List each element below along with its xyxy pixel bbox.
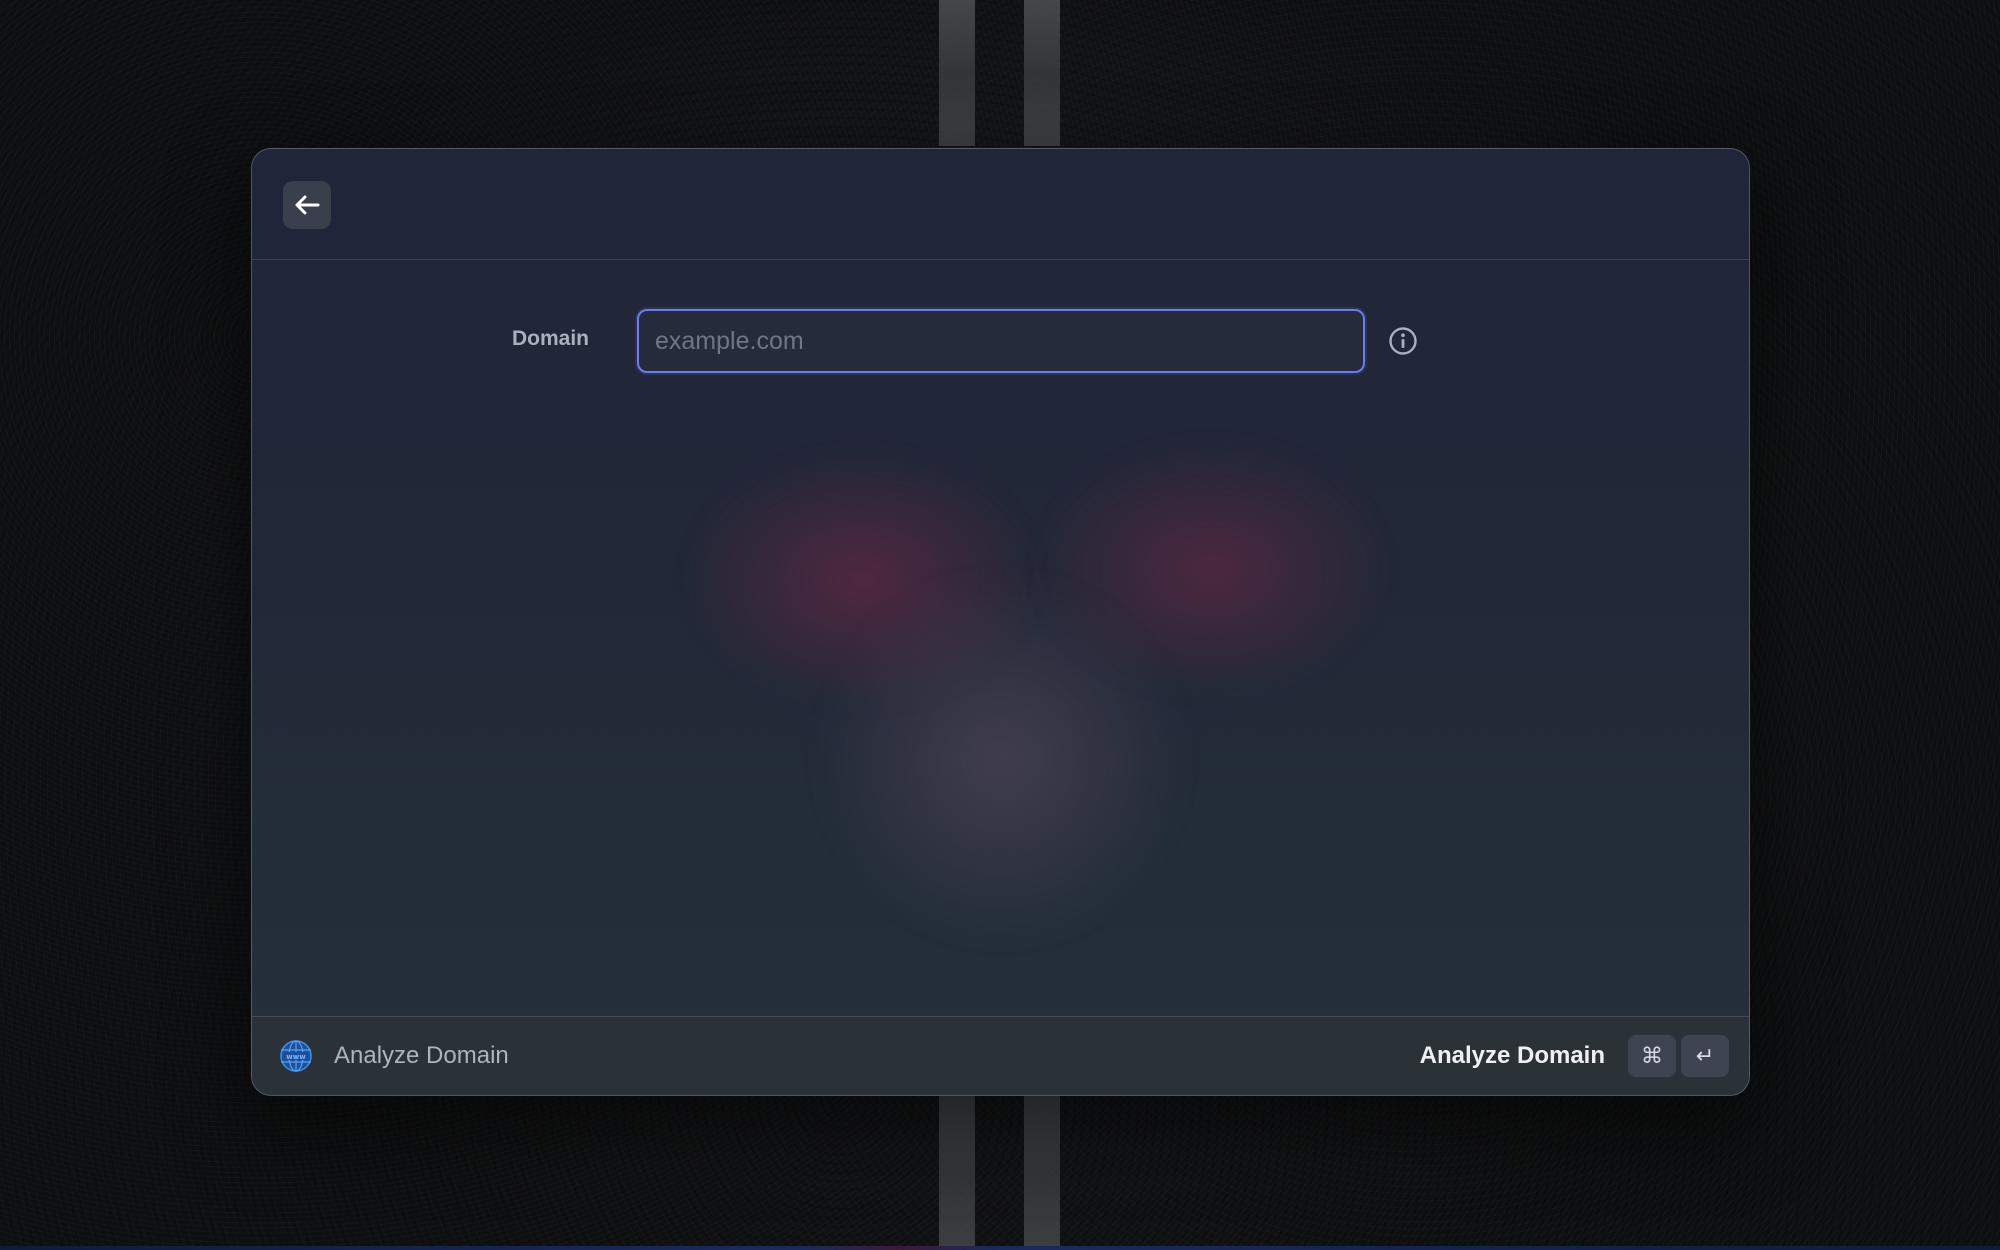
domain-form-row: Domain — [252, 309, 1749, 373]
domain-label: Domain — [511, 327, 589, 350]
back-button[interactable] — [283, 181, 331, 229]
analyze-domain-window: Domain www Analyze Domain Analyze Domain… — [251, 148, 1750, 1096]
wallpaper-stripe — [939, 0, 975, 146]
dock-edge — [0, 1246, 2000, 1250]
domain-input[interactable] — [637, 309, 1365, 373]
background-glow — [812, 569, 1192, 949]
globe-www-icon: www — [280, 1040, 312, 1072]
info-icon[interactable] — [1387, 325, 1419, 357]
wallpaper-stripe — [1024, 0, 1060, 146]
wallpaper-stripe — [939, 1096, 975, 1250]
command-key-badge: ⌘ — [1628, 1035, 1676, 1077]
arrow-left-icon — [295, 195, 320, 215]
analyze-domain-action[interactable]: Analyze Domain — [1420, 1042, 1605, 1070]
footer-title: Analyze Domain — [334, 1042, 509, 1069]
wallpaper-stripe — [1024, 1096, 1060, 1250]
window-header — [252, 149, 1749, 260]
action-footer: www Analyze Domain Analyze Domain ⌘ ↵ — [252, 1016, 1749, 1095]
svg-text:www: www — [286, 1053, 306, 1061]
return-key-badge: ↵ — [1681, 1035, 1729, 1077]
